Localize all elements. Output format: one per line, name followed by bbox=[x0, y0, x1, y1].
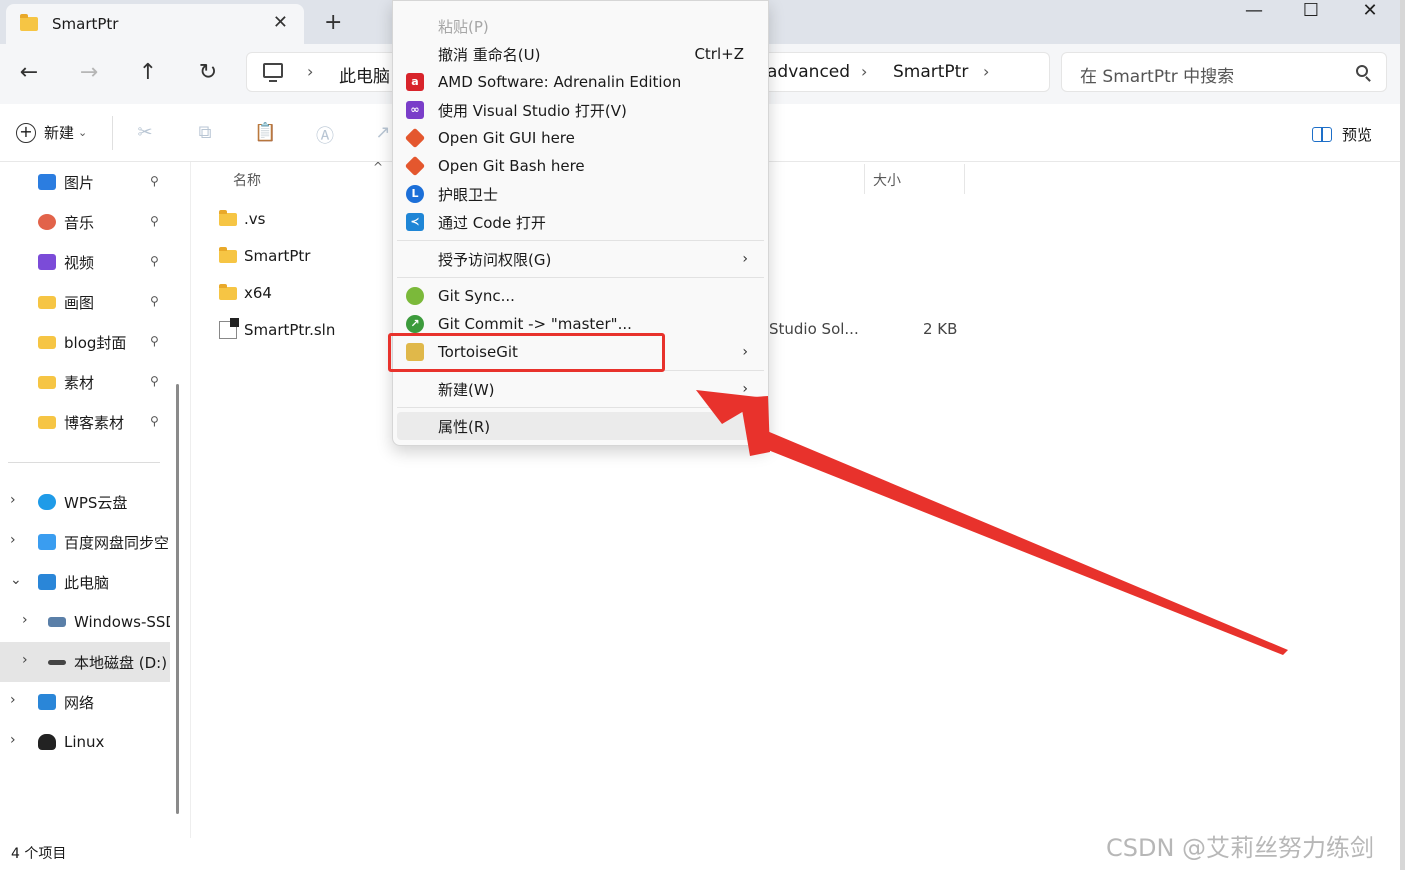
annotation-arrow bbox=[696, 390, 1288, 655]
watermark: CSDN @艾莉丝努力练剑 bbox=[1106, 834, 1375, 862]
